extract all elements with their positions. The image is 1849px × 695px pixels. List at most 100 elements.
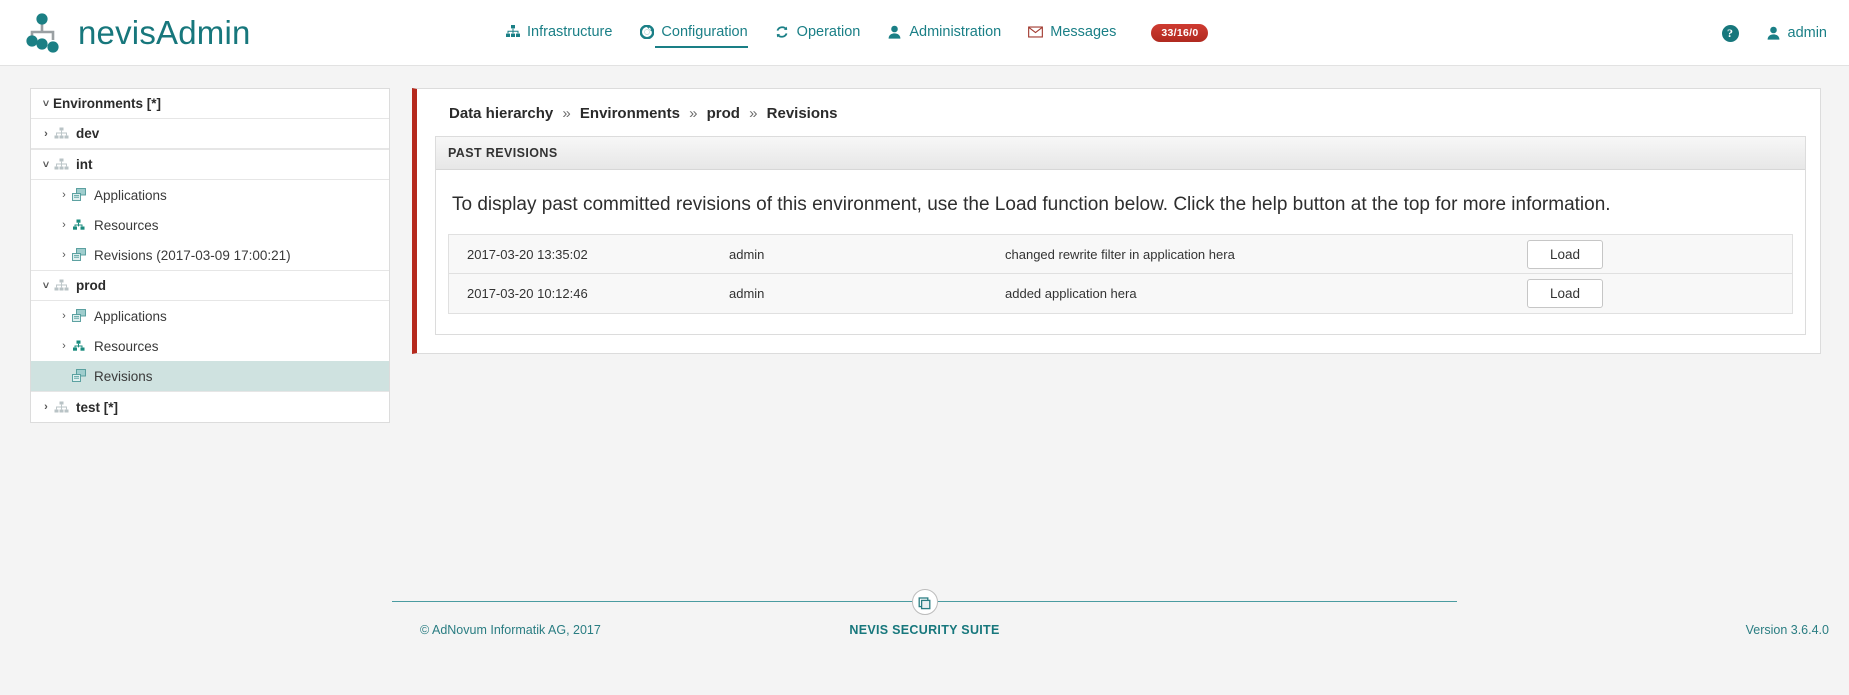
chevron-right-icon[interactable]: › [39, 401, 53, 413]
nav-label: Operation [796, 23, 861, 40]
resources-icon [71, 218, 87, 232]
intro-text: To display past committed revisions of t… [452, 194, 1611, 215]
tree-item-applications[interactable]: › Applications [31, 301, 389, 331]
breadcrumb: Data hierarchy » Environments » prod » R… [417, 89, 1820, 136]
tree-item-resources[interactable]: › Resources [31, 331, 389, 361]
tree-item-label: Revisions (2017-03-09 17:00:21) [94, 247, 291, 263]
nav-label: Messages [1050, 23, 1117, 40]
revisions-table: 2017-03-20 13:35:02 admin changed rewrite … [448, 234, 1793, 314]
node-graph-logo-icon [22, 10, 64, 56]
breadcrumb-item-3[interactable]: Revisions [767, 105, 838, 122]
revision-message: added application hera [1005, 286, 1137, 301]
load-button[interactable]: Load [1527, 239, 1604, 269]
chevron-right-icon[interactable]: › [57, 249, 71, 261]
app-footer: © AdNovum Informatik AG, 2017 NEVIS SECU… [0, 587, 1849, 695]
nav-label: Configuration [661, 23, 748, 40]
revision-timestamp: 2017-03-20 13:35:02 [467, 246, 588, 262]
tree-item-revisions[interactable]: Revisions [31, 361, 389, 391]
tree-root-label: Environments [*] [53, 96, 162, 111]
breadcrumb-item-2[interactable]: prod [707, 105, 740, 122]
sitemap-icon [53, 279, 69, 293]
tree-item-label: Revisions [94, 368, 153, 384]
main-panel: Data hierarchy » Environments » prod » R… [412, 88, 1821, 354]
tree-item-label: dev [76, 126, 100, 141]
nav-item-configuration[interactable]: Configuration [639, 23, 748, 48]
nav-item-messages[interactable]: Messages [1028, 24, 1116, 43]
past-revisions-panel: PAST REVISIONS To display past committed… [435, 136, 1806, 335]
panel-title: PAST REVISIONS [436, 137, 1805, 170]
breadcrumb-separator: » [689, 105, 698, 122]
chevron-right-icon[interactable]: › [57, 189, 71, 201]
panel-body: To display past committed revisions of t… [436, 170, 1805, 334]
nav-item-operation[interactable]: Operation [775, 23, 861, 43]
chevron-down-icon[interactable]: ˅ [39, 98, 53, 110]
tree-item-test[interactable]: › test [*] [31, 392, 389, 422]
footer-version: Version 3.6.4.0 [1745, 623, 1829, 637]
breadcrumb-separator: » [562, 105, 571, 122]
load-button[interactable]: Load [1527, 279, 1604, 308]
main-navigation: Infrastructure Configuration Operation A… [505, 0, 1209, 66]
tree-item-int[interactable]: ˅ int [31, 150, 389, 180]
breadcrumb-item-0[interactable]: Data hierarchy [449, 105, 553, 122]
user-icon [1766, 26, 1781, 41]
table-row: 2017-03-20 13:35:02 admin changed rewrite … [449, 235, 1792, 274]
sitemap-icon [53, 158, 69, 172]
breadcrumb-item-1[interactable]: Environments [580, 105, 680, 122]
tree-item-prod[interactable]: ˅ prod [31, 271, 389, 301]
tree-item-applications[interactable]: › Applications [31, 180, 389, 210]
resources-icon [71, 339, 87, 353]
environments-tree: ˅ Environments [*] › dev ˅ int › Applications… [30, 88, 390, 423]
revision-message: changed rewrite filter in application he… [1005, 246, 1235, 262]
tree-item-label: Applications [94, 187, 167, 203]
chevron-right-icon[interactable]: › [57, 310, 71, 322]
tree-item-label: prod [76, 278, 106, 293]
tree-item-dev[interactable]: › dev [31, 119, 389, 149]
sitemap-icon [505, 24, 520, 39]
applications-icon [71, 309, 87, 323]
help-icon[interactable]: ? [1721, 24, 1739, 42]
table-row: 2017-03-20 10:12:46 admin added applicatio… [449, 274, 1792, 313]
chevron-down-icon[interactable]: ˅ [39, 280, 53, 292]
revision-timestamp: 2017-03-20 10:12:46 [467, 286, 588, 301]
tree-item-revisions-2017-03-09-17-00-21[interactable]: › Revisions (2017-03-09 17:00:21) [31, 240, 389, 270]
tree-node-list: › dev ˅ int › Applications › Resources › Revision… [31, 119, 389, 422]
tree-item-resources[interactable]: › Resources [31, 210, 389, 240]
chevron-right-icon[interactable]: › [39, 128, 53, 140]
envelope-icon [1028, 24, 1044, 39]
applications-icon [71, 369, 87, 383]
gear-icon [639, 24, 654, 39]
sitemap-icon [53, 400, 69, 414]
user-menu[interactable]: admin [1766, 25, 1828, 41]
revision-actions: Load [1527, 239, 1792, 269]
brand-name: nevisAdmin [78, 13, 251, 51]
nav-item-administration[interactable]: Administration [887, 24, 1001, 43]
tree-item-label: test [*] [76, 399, 119, 415]
footer-suite-name: NEVIS SECURITY SUITE [849, 623, 1000, 637]
applications-icon [71, 248, 87, 262]
nav-item-infrastructure[interactable]: Infrastructure [505, 24, 612, 43]
tree-item-label: Applications [94, 308, 167, 324]
user-name: admin [1787, 25, 1828, 41]
refresh-icon [775, 24, 790, 39]
user-icon [887, 24, 902, 39]
breadcrumb-separator: » [749, 105, 758, 122]
tree-root-environments[interactable]: ˅ Environments [*] [31, 89, 389, 119]
page-body: ˅ Environments [*] › dev ˅ int › Applications… [0, 66, 1849, 626]
header-right-actions: ? admin [1721, 0, 1828, 66]
tree-item-label: int [76, 157, 93, 172]
nav-label: Infrastructure [527, 23, 613, 40]
messages-count-badge[interactable]: 33/16/0 [1151, 24, 1209, 42]
footer-copyright: © AdNovum Informatik AG, 2017 [420, 623, 601, 637]
chevron-down-icon[interactable]: ˅ [39, 159, 53, 171]
tree-item-label: Resources [94, 338, 159, 354]
nevis-seal-icon [911, 589, 938, 615]
brand[interactable]: nevisAdmin [22, 10, 251, 56]
applications-icon [71, 188, 87, 202]
revision-user: admin [729, 286, 765, 301]
chevron-right-icon[interactable]: › [57, 340, 71, 352]
app-header: nevisAdmin Infrastructure Configuration … [0, 0, 1849, 66]
tree-item-label: Resources [94, 217, 159, 233]
sitemap-icon [53, 127, 69, 141]
nav-label: Administration [909, 23, 1002, 40]
chevron-right-icon[interactable]: › [57, 219, 71, 231]
